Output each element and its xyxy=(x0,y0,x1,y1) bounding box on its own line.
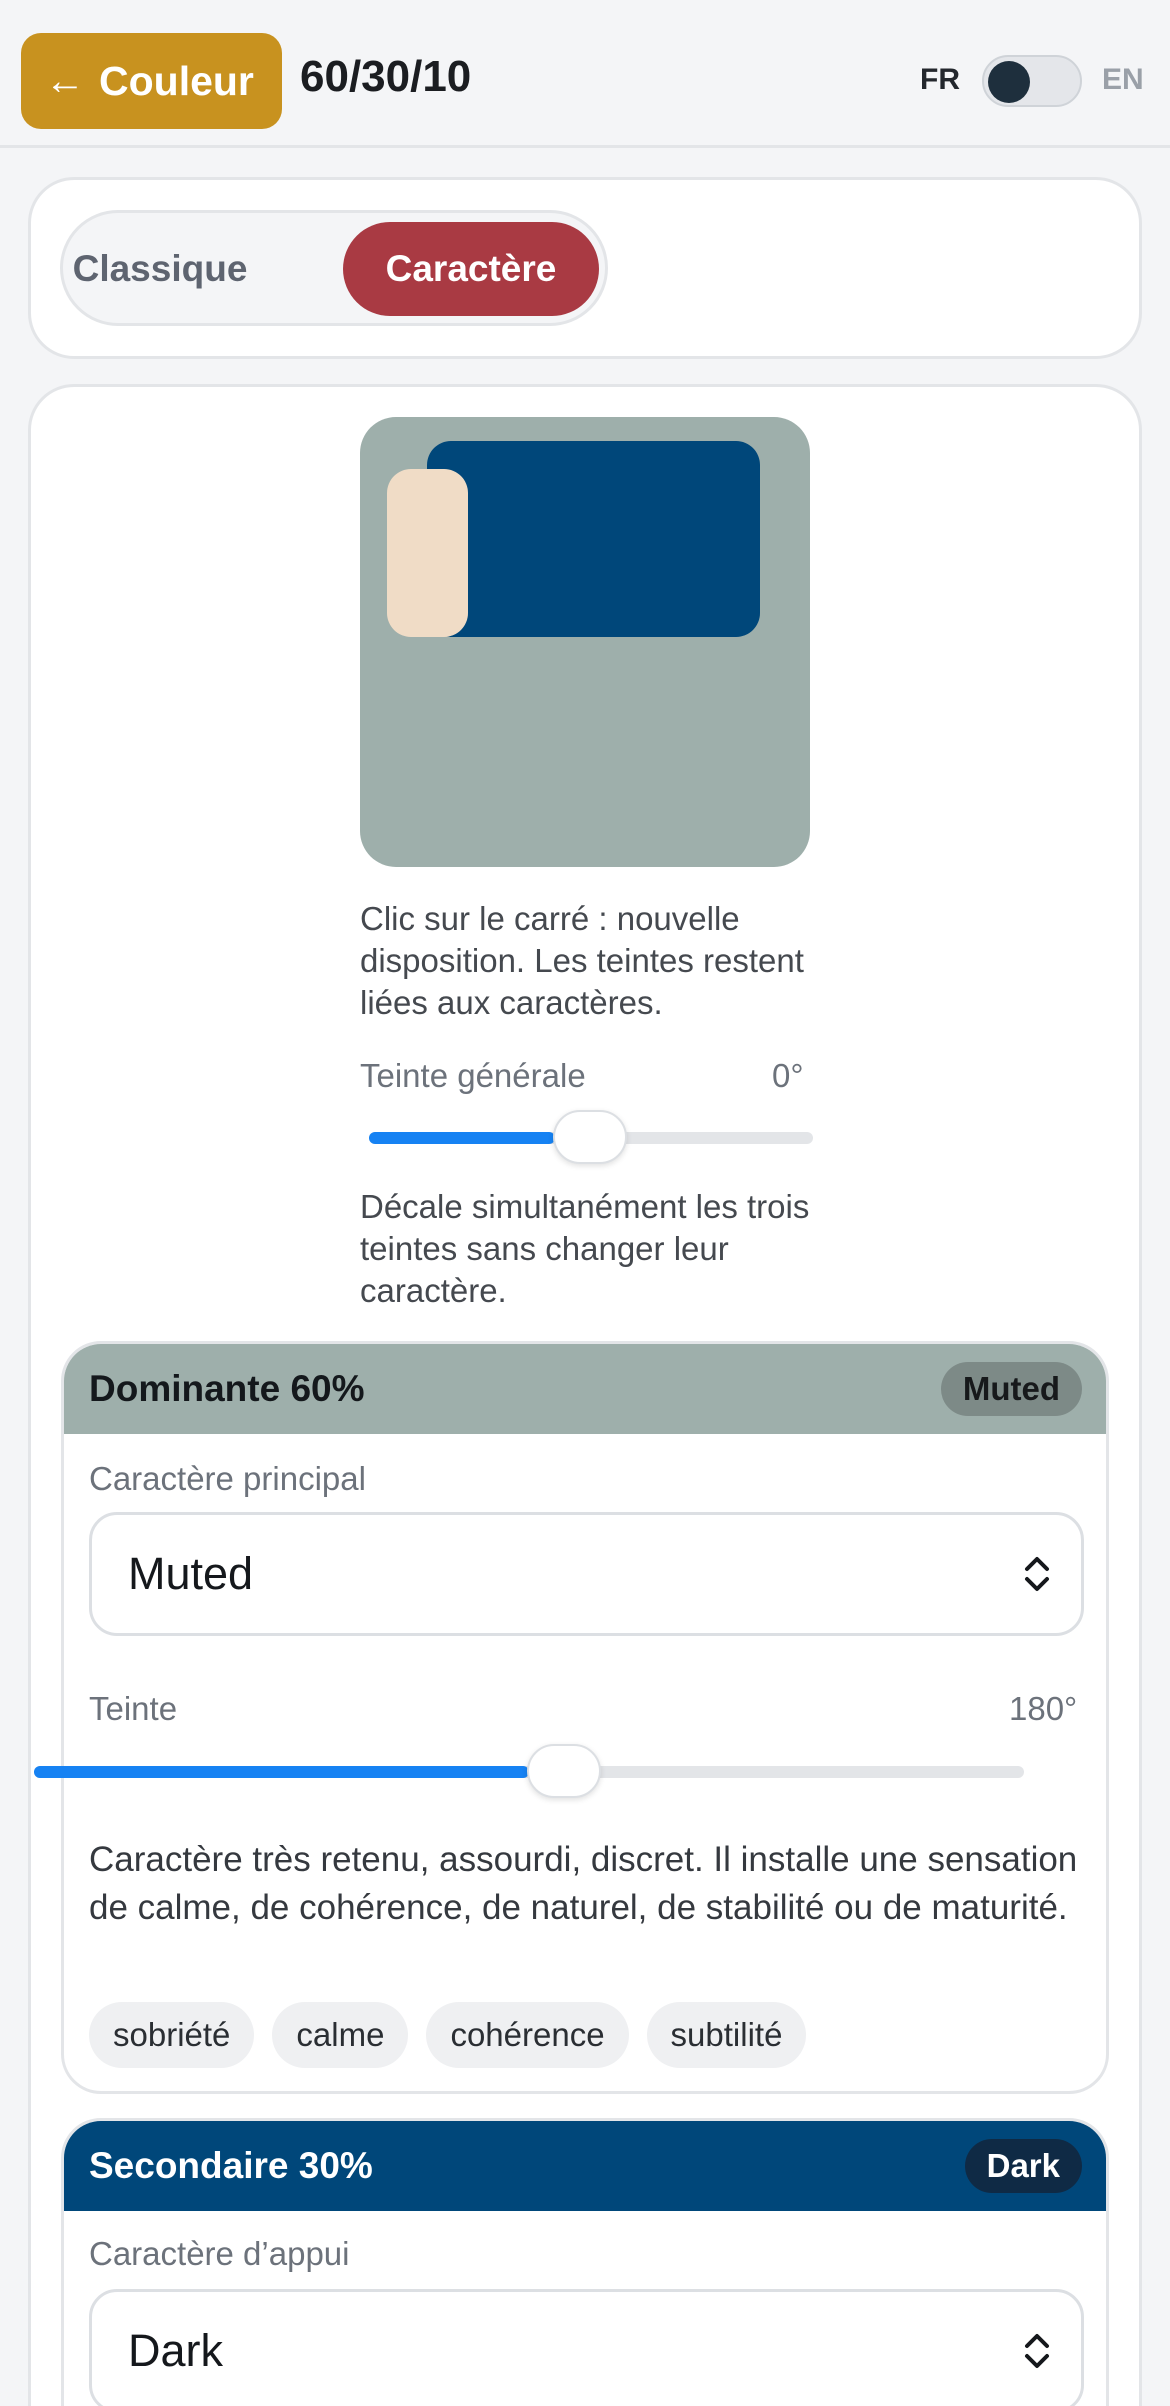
language-fr-label[interactable]: FR xyxy=(920,63,960,97)
tag: cohérence xyxy=(426,2002,629,2068)
dominant-field-label: Caractère principal xyxy=(89,1460,366,1497)
chevron-up-down-icon xyxy=(1023,1554,1051,1594)
back-button-label: Couleur xyxy=(99,57,254,104)
mode-option-classique[interactable]: Classique xyxy=(73,222,248,316)
preview-accent-block xyxy=(387,469,468,637)
back-button[interactable]: ← Couleur xyxy=(21,33,282,129)
dominant-hue-value: 180° xyxy=(1009,1690,1078,1727)
top-bar: ← Couleur 60/30/10 FR EN xyxy=(0,0,1170,148)
tag: subtilité xyxy=(646,2002,807,2068)
toggle-knob xyxy=(988,61,1030,103)
dominant-tags: sobriété calme cohérence subtilité xyxy=(89,2002,807,2068)
preview-secondary-block xyxy=(427,441,760,637)
secondary-section: Secondaire 30% Dark Caractère d’appui Da… xyxy=(61,2118,1109,2406)
dominant-hue-slider[interactable] xyxy=(34,1744,1024,1798)
secondary-title: Secondaire 30% xyxy=(89,2145,373,2186)
global-hue-slider-thumb[interactable] xyxy=(553,1110,627,1164)
secondary-select-value: Dark xyxy=(128,2325,224,2376)
dominant-description: Caractère très retenu, assourdi, discret… xyxy=(89,1840,1078,1927)
global-hue-hint: Décale simultanément les trois teintes s… xyxy=(360,1188,810,1309)
secondary-field-label: Caractère d’appui xyxy=(89,2235,350,2272)
dominant-title: Dominante 60% xyxy=(89,1368,365,1409)
secondary-character-select[interactable]: Dark xyxy=(89,2289,1084,2406)
global-hue-label: Teinte générale xyxy=(360,1057,586,1094)
global-hue-value: 0° xyxy=(772,1057,804,1094)
language-toggle[interactable] xyxy=(982,55,1082,107)
arrow-left-icon: ← xyxy=(45,59,85,103)
mode-segmented-control: Classique Caractère xyxy=(60,210,608,326)
dominant-header: Dominante 60% Muted xyxy=(64,1344,1106,1434)
chevron-up-down-icon xyxy=(1023,2331,1051,2371)
language-en-label[interactable]: EN xyxy=(1102,63,1144,97)
secondary-header: Secondaire 30% Dark xyxy=(64,2121,1106,2211)
global-hue-slider[interactable] xyxy=(369,1110,813,1164)
dominant-badge: Muted xyxy=(940,1362,1082,1416)
color-preview-square[interactable] xyxy=(360,417,810,867)
dominant-hue-label: Teinte xyxy=(89,1690,178,1727)
dominant-select-value: Muted xyxy=(128,1548,254,1599)
dominant-hue-slider-fill xyxy=(34,1766,529,1778)
dominant-section: Dominante 60% Muted Caractère principal … xyxy=(61,1341,1109,2094)
dominant-character-select[interactable]: Muted xyxy=(89,1512,1084,1636)
global-hue-slider-fill xyxy=(369,1132,555,1144)
mode-option-caractere[interactable]: Caractère xyxy=(343,222,599,316)
dominant-hue-slider-thumb[interactable] xyxy=(527,1744,601,1798)
preview-hint: Clic sur le carré : nouvelle disposition… xyxy=(360,900,804,1021)
tag: sobriété xyxy=(89,2002,255,2068)
secondary-badge: Dark xyxy=(964,2139,1082,2193)
page-title: 60/30/10 xyxy=(300,52,472,101)
tag: calme xyxy=(272,2002,409,2068)
